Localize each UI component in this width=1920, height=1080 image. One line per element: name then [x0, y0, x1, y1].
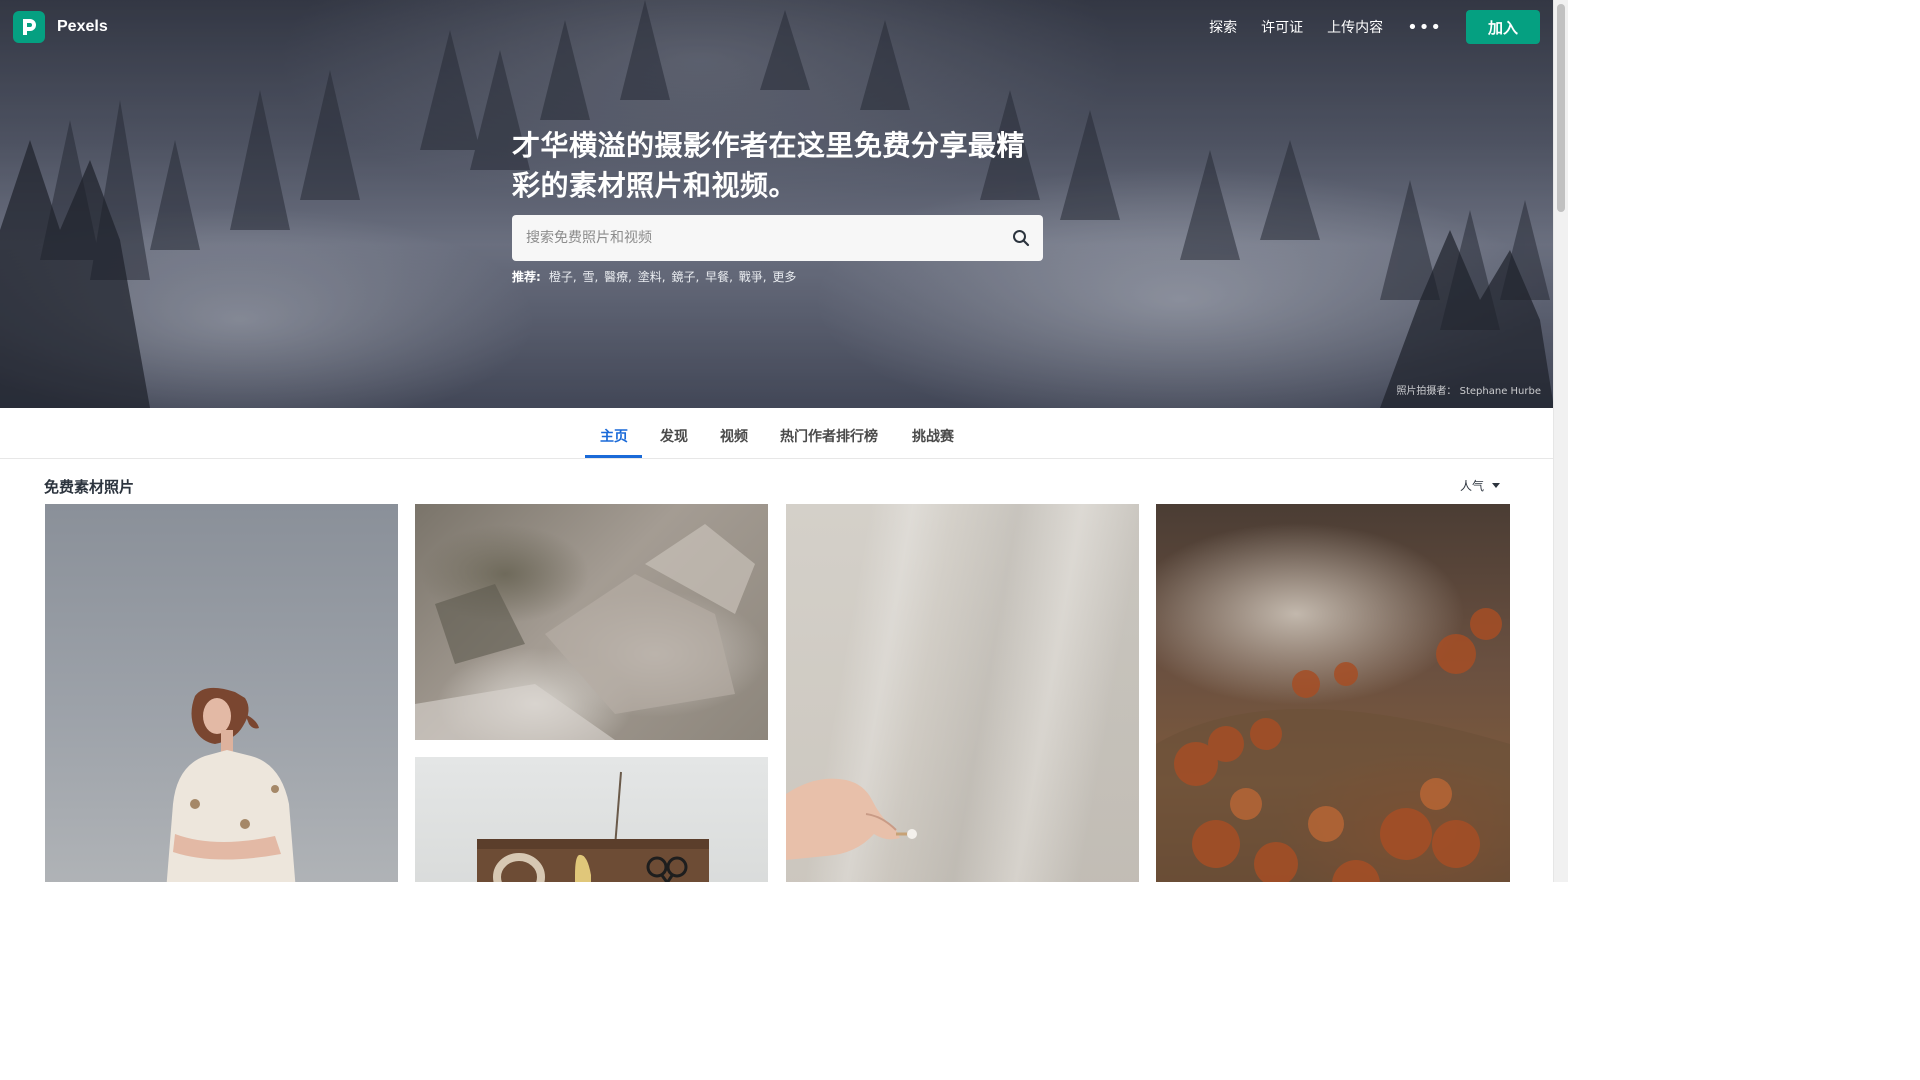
rock-texture [415, 524, 755, 740]
suggestion-tag[interactable]: 醫療 [604, 268, 628, 285]
hero-banner: Pexels 探索 许可证 上传内容 ••• 加入 才华横溢的摄影作者在这里免费… [0, 0, 1554, 408]
section-title: 免费素材照片 [44, 478, 135, 496]
woman-illustration [166, 687, 296, 882]
active-tab-indicator [585, 455, 642, 458]
page-viewport: Pexels 探索 许可证 上传内容 ••• 加入 才华横溢的摄影作者在这里免费… [0, 0, 1554, 882]
brand-name: Pexels [57, 18, 108, 35]
chevron-down-icon [1492, 483, 1501, 488]
search-icon[interactable] [999, 215, 1043, 261]
nav-explore[interactable]: 探索 [1209, 17, 1237, 37]
search-input[interactable] [512, 229, 999, 247]
suggestions-label: 推荐: [512, 270, 541, 284]
tab-leaderboard[interactable]: 热门作者排行榜 [780, 426, 878, 446]
main-nav: 探索 许可证 上传内容 ••• 加入 [1209, 10, 1540, 44]
scrollbar-thumb[interactable] [1557, 4, 1565, 212]
sort-label: 人气 [1460, 479, 1485, 493]
photo-card-woman-sky[interactable] [45, 504, 398, 882]
suggestion-tag[interactable]: 早餐 [705, 268, 729, 285]
vertical-scrollbar[interactable] [1553, 0, 1568, 882]
pexels-logo[interactable]: Pexels [13, 11, 108, 43]
suggestion-more-link[interactable]: 更多 [772, 268, 796, 285]
photo-card-rocky-hillside[interactable] [415, 504, 768, 740]
join-button[interactable]: 加入 [1466, 10, 1540, 44]
photo-card-autumn-valley[interactable] [1156, 504, 1510, 882]
suggestion-tag[interactable]: 戰爭 [739, 268, 763, 285]
nav-license[interactable]: 许可证 [1261, 17, 1303, 37]
top-navigation: Pexels 探索 许可证 上传内容 ••• 加入 [0, 0, 1554, 56]
suggestion-tag[interactable]: 塗料 [638, 268, 662, 285]
photo-credit[interactable]: 照片拍摄者： Stephane Hurbe [1396, 382, 1541, 397]
hand-illustration [786, 778, 917, 860]
hero-title: 才华横溢的摄影作者在这里免费分享最精彩的素材照片和视频。 [512, 129, 1026, 202]
suggestion-tag[interactable]: 橙子 [549, 268, 573, 285]
tab-home[interactable]: 主页 [600, 426, 628, 446]
tab-videos[interactable]: 视频 [720, 426, 748, 446]
autumn-landscape [1156, 608, 1510, 882]
tab-discover[interactable]: 发现 [660, 426, 688, 446]
pexels-logo-icon [13, 11, 45, 43]
photo-card-still-life-box[interactable] [415, 757, 768, 882]
suggestion-tag[interactable]: 鏡子 [671, 268, 695, 285]
content-tabs: 主页 发现 视频 热门作者排行榜 挑战赛 [0, 408, 1554, 459]
search-bar [512, 215, 1043, 261]
nav-upload[interactable]: 上传内容 [1327, 17, 1383, 37]
more-menu-icon[interactable]: ••• [1407, 17, 1442, 38]
suggestion-tag[interactable]: 雪 [582, 268, 594, 285]
still-life-illustration [477, 771, 709, 882]
tab-challenges[interactable]: 挑战赛 [912, 426, 954, 446]
sort-dropdown[interactable]: 人气 [1460, 477, 1501, 494]
search-suggestions: 推荐: 橙子, 雪, 醫療, 塗料, 鏡子, 早餐, 戰爭, 更多 [512, 268, 797, 285]
photo-card-linen-hand[interactable] [786, 504, 1139, 882]
